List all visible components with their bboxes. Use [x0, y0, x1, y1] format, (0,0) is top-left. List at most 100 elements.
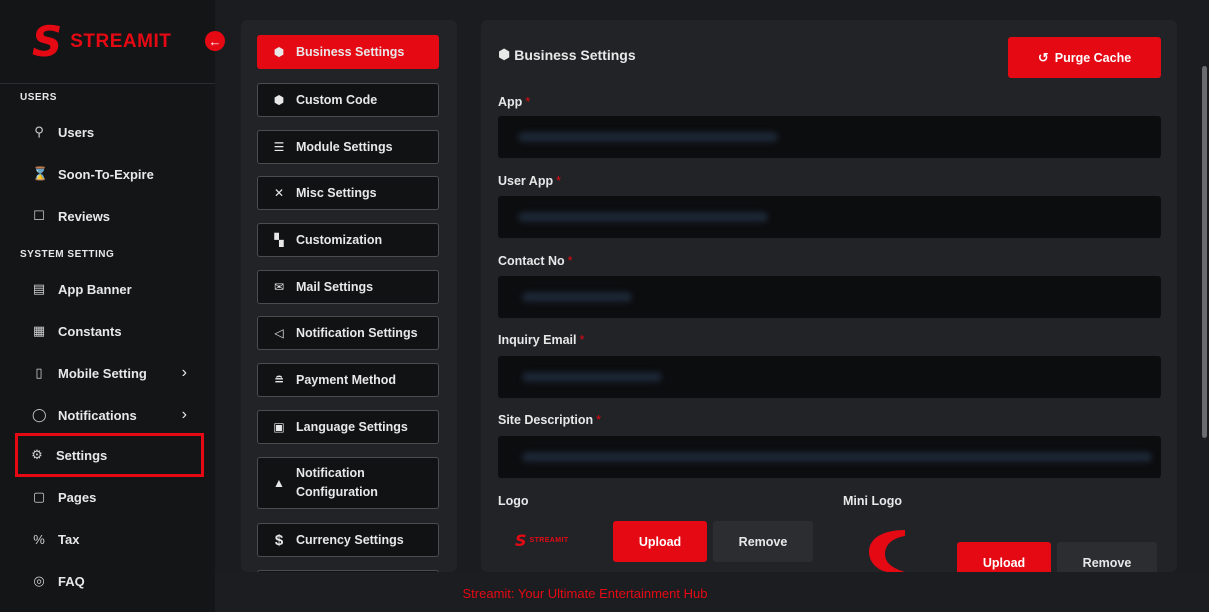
required-mark: * [556, 174, 561, 188]
user-app-field[interactable] [498, 196, 1161, 238]
logo-label: Logo [498, 494, 529, 508]
sidebar-item-mobile-setting[interactable]: ▯ Mobile Setting › [0, 352, 215, 394]
mini-logo-label: Mini Logo [843, 494, 902, 508]
menu-business-settings[interactable]: ⬢ Business Settings [257, 35, 439, 69]
sidebar-item-label: Users [58, 124, 95, 140]
logo-preview-name: STREAMIT [529, 537, 569, 544]
user-icon: ⚲ [34, 124, 44, 139]
inquiry-email-field[interactable] [498, 356, 1161, 398]
purge-cache-label: Purge Cache [1054, 50, 1132, 65]
keyboard-icon: ▦ [32, 323, 46, 338]
sidebar-item-app-banner[interactable]: ▤ App Banner [0, 268, 215, 310]
settings-menu: ⬢ Business Settings ⬢ Custom Code ☰ Modu… [241, 20, 457, 580]
mini-logo-mark [869, 530, 905, 572]
contact-no-field[interactable] [498, 276, 1161, 318]
sidebar-item-label: Settings [56, 447, 108, 463]
sidebar-item-pages[interactable]: ▢ Pages [0, 476, 215, 518]
mini-logo-label-text: Mini Logo [843, 494, 903, 508]
menu-customization[interactable]: ▚ Customization [257, 223, 439, 257]
app-label: App * [498, 95, 530, 109]
menu-label: Module Settings [296, 140, 393, 154]
logo-label-text: Logo [498, 494, 529, 508]
page-title: ⬢ Business Settings [498, 46, 636, 63]
page-icon: ▢ [32, 489, 46, 504]
cube-icon: ⬢ [273, 93, 285, 107]
refresh-icon: ↺ [1037, 49, 1049, 65]
sidebar-item-label: Notifications [58, 407, 137, 423]
tools-icon: ✕ [273, 186, 285, 200]
reviews-icon: ☐ [33, 208, 45, 223]
sidebar-item-reviews[interactable]: ☐ Reviews [0, 195, 215, 237]
contact-no-label: Contact No * [498, 254, 573, 268]
sidebar-item-label: App Banner [58, 281, 132, 297]
app-field[interactable] [498, 116, 1161, 158]
required-mark: * [596, 413, 602, 427]
footer: Streamit: Your Ultimate Entertainment Hu… [215, 572, 1209, 612]
menu-label: Custom Code [296, 93, 378, 107]
language-icon: ▣ [273, 420, 285, 434]
menu-payment-method[interactable]: ≘ Payment Method [257, 363, 439, 397]
brand-logo-mark: S [32, 16, 63, 66]
list-icon: ☰ [273, 140, 285, 154]
section-label-system-setting: SYSTEM SETTING [20, 249, 115, 260]
sidebar-item-notifications[interactable]: ◯ Notifications › [0, 394, 215, 436]
sidebar-collapse-button[interactable]: ← [205, 31, 225, 51]
scrollbar-thumb[interactable] [1202, 66, 1207, 438]
menu-currency-settings[interactable]: $ Currency Settings [257, 523, 439, 557]
logo-upload-button[interactable]: Upload [613, 521, 707, 562]
remove-label: Remove [1082, 555, 1132, 570]
menu-module-settings[interactable]: ☰ Module Settings [257, 130, 439, 164]
cube-icon: ⬢ [273, 45, 285, 59]
sidebar-item-faq[interactable]: ◎ FAQ [0, 560, 215, 602]
blurred-value [522, 452, 1152, 462]
menu-language-settings[interactable]: ▣ Language Settings [257, 410, 439, 444]
menu-mail-settings[interactable]: ✉ Mail Settings [257, 270, 439, 304]
site-description-label-text: Site Description [498, 413, 594, 427]
logo-preview: S STREAMIT [515, 531, 569, 550]
menu-notification-configuration[interactable]: ▲ Notification Configuration [257, 457, 439, 509]
required-mark: * [579, 333, 585, 347]
bell-icon: ▲ [273, 476, 285, 490]
blurred-value [522, 372, 662, 382]
question-icon: ◎ [33, 573, 45, 588]
sidebar-item-label: Mobile Setting [58, 365, 147, 381]
menu-custom-code[interactable]: ⬢ Custom Code [257, 83, 439, 117]
menu-label: Mail Settings [296, 280, 374, 294]
site-description-label: Site Description * [498, 413, 601, 427]
footer-text: Streamit: Your Ultimate Entertainment Hu… [462, 586, 708, 601]
logo-remove-button[interactable]: Remove [713, 521, 813, 562]
brand[interactable]: S STREAMIT [0, 0, 215, 84]
cube-icon: ⬢ [498, 46, 511, 62]
mini-logo-upload-button[interactable]: Upload [957, 542, 1051, 572]
chevron-right-icon: › [181, 406, 187, 423]
gear-icon: ⚙ [31, 447, 43, 462]
menu-label: Notification Settings [296, 326, 418, 340]
menu-misc-settings[interactable]: ✕ Misc Settings [257, 176, 439, 210]
menu-label: Notification Configuration [296, 466, 378, 499]
site-description-field[interactable] [498, 436, 1161, 478]
menu-label: Payment Method [296, 373, 397, 387]
mini-logo-remove-button[interactable]: Remove [1057, 542, 1157, 572]
sidebar-item-settings[interactable]: ⚙ Settings [15, 433, 204, 477]
purge-cache-button[interactable]: ↺ Purge Cache [1008, 37, 1161, 78]
bell-icon: ◯ [32, 407, 47, 422]
sidebar-item-tax[interactable]: % Tax [0, 518, 215, 560]
mini-logo-preview [865, 528, 907, 572]
sidebar-item-label: FAQ [58, 573, 85, 589]
logo-preview-mark: S [515, 531, 527, 550]
menu-label: Currency Settings [296, 533, 404, 547]
arrow-left-icon: ← [208, 33, 222, 49]
menu-label: Misc Settings [296, 186, 377, 200]
sidebar-item-constants[interactable]: ▦ Constants [0, 310, 215, 352]
menu-notification-settings[interactable]: ◁ Notification Settings [257, 316, 439, 350]
user-app-label: User App * [498, 174, 561, 188]
banner-icon: ▤ [32, 281, 46, 296]
coins-icon: ≘ [273, 373, 285, 387]
menu-label: Language Settings [296, 420, 408, 434]
dollar-icon: $ [274, 531, 284, 549]
sidebar-item-soon-to-expire[interactable]: ⌛ Soon-To-Expire [0, 153, 215, 195]
envelope-icon: ✉ [273, 280, 285, 294]
mobile-icon: ▯ [35, 365, 43, 380]
required-mark: * [567, 254, 573, 268]
sidebar-item-users[interactable]: ⚲ Users [0, 111, 215, 153]
